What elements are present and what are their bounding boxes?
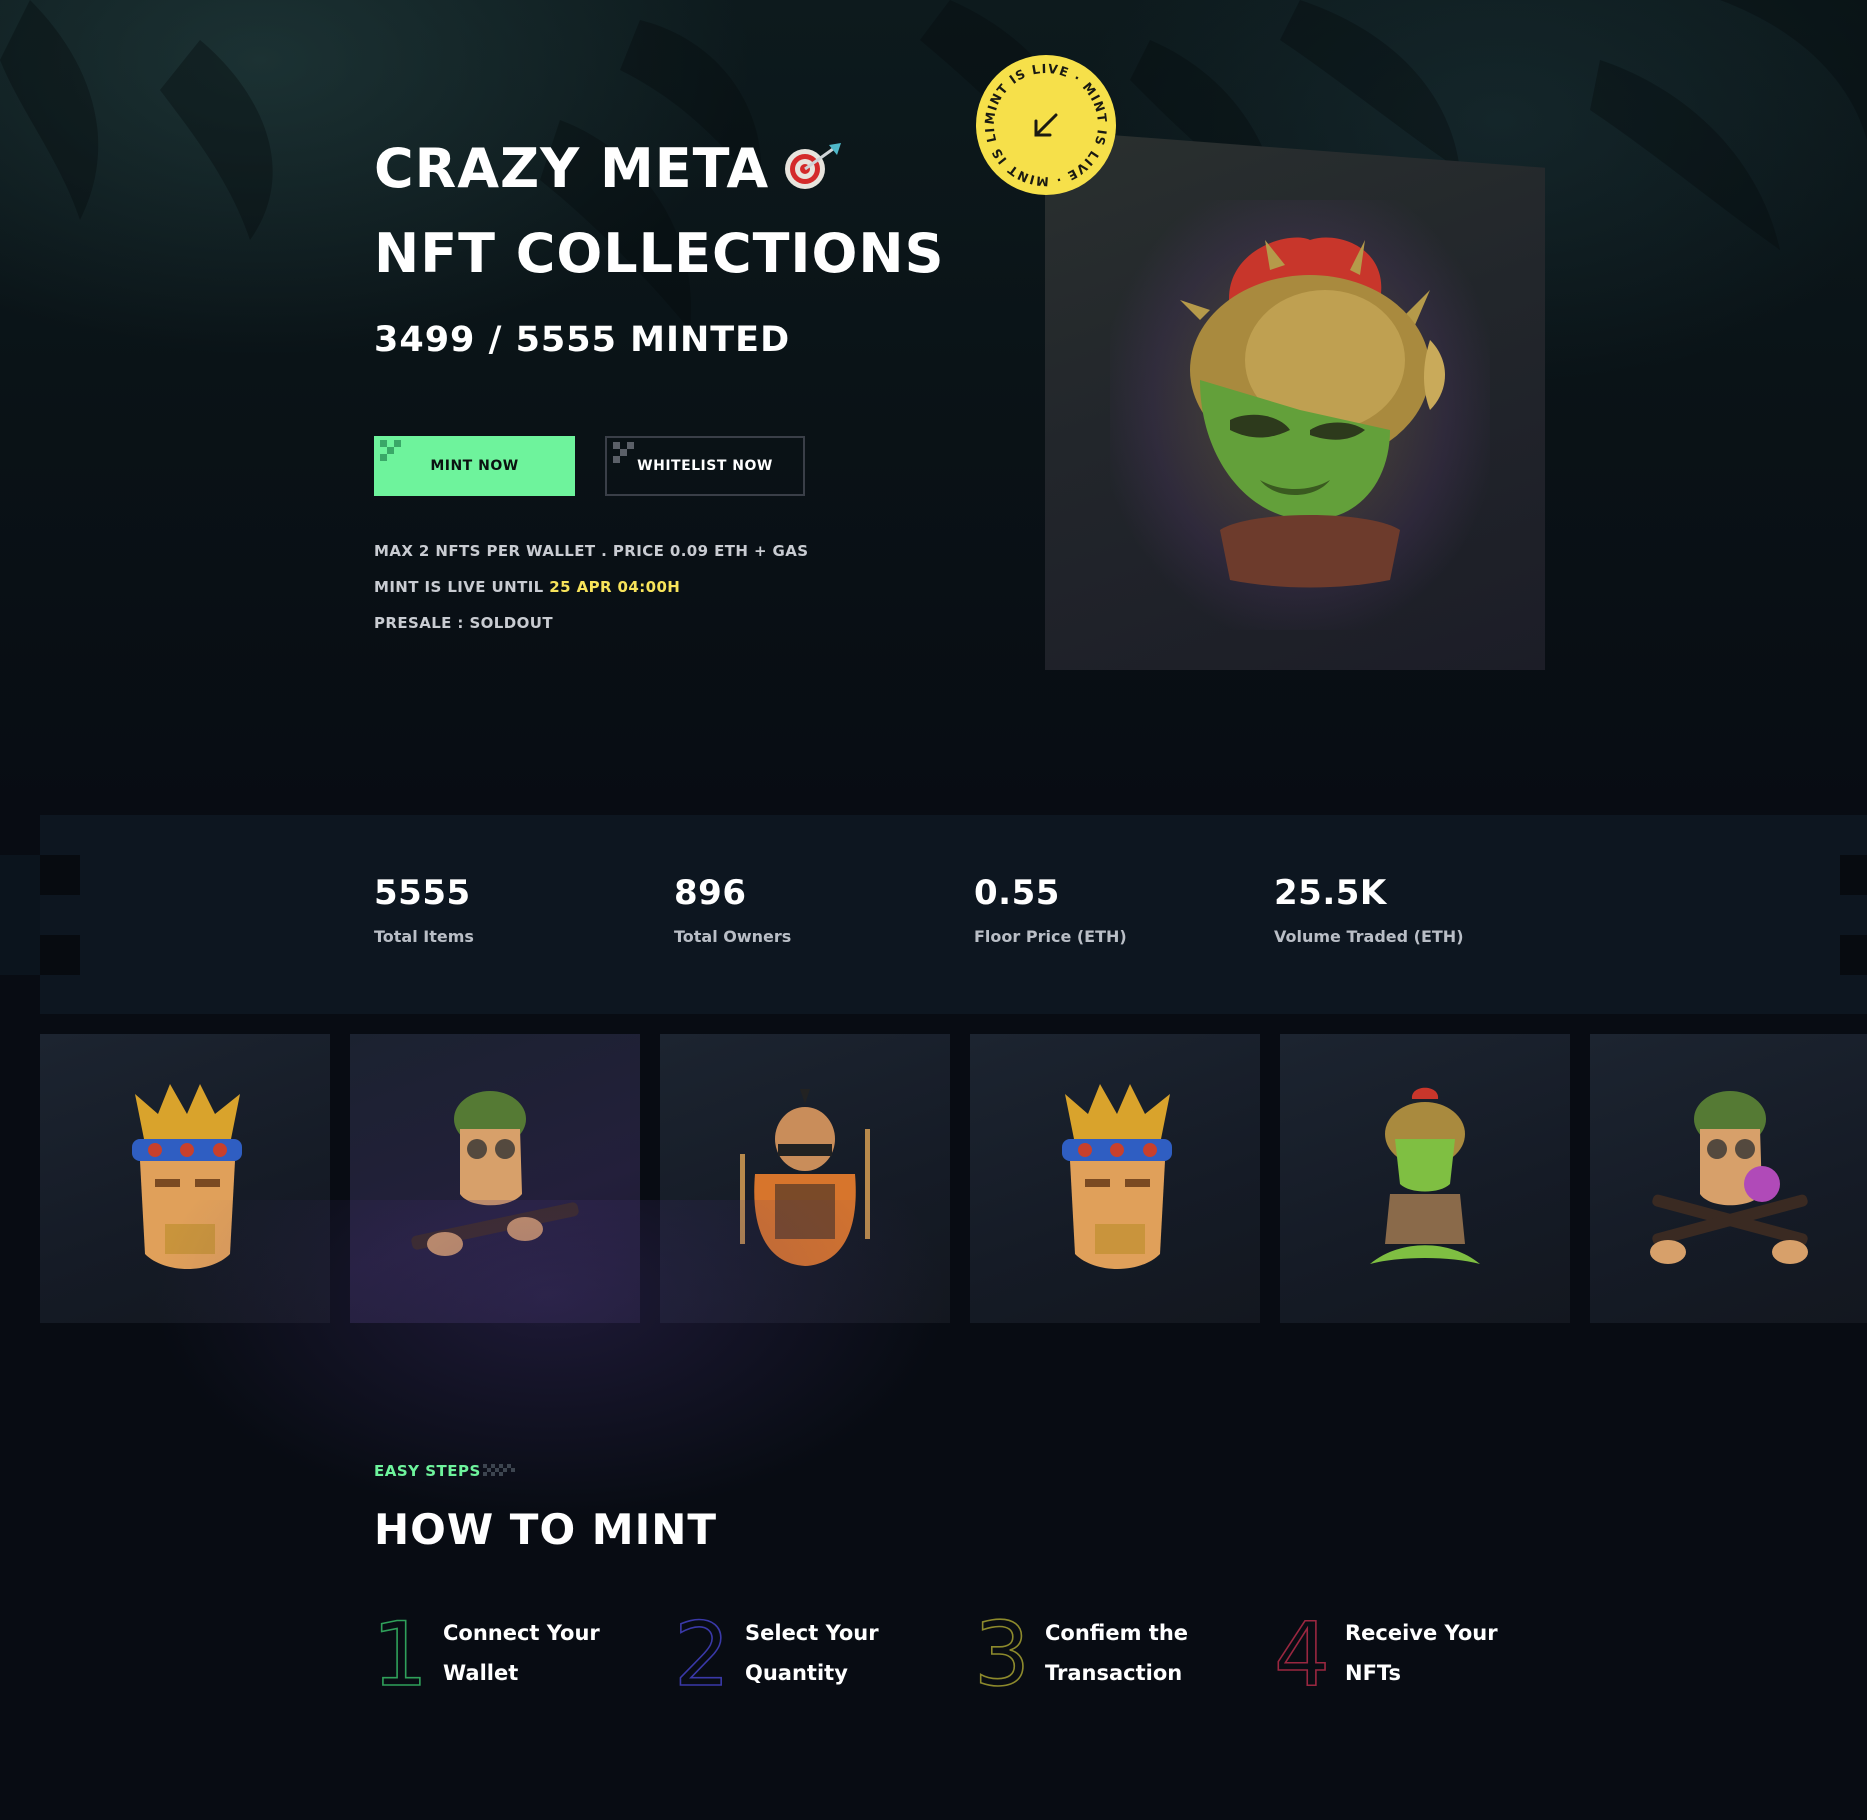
hero-title: CRAZY META NFT COLLECTIONS bbox=[374, 128, 945, 294]
mint-is-live-badge-ring: MINT IS LIVE · MINT IS LIVE · MINT IS LI… bbox=[971, 43, 1110, 189]
whitelist-now-label: WHITELIST NOW bbox=[637, 458, 773, 474]
arrow-down-left-icon bbox=[1034, 113, 1058, 137]
pixel-pattern-icon bbox=[483, 1464, 515, 1476]
whitelist-now-button[interactable]: WHITELIST NOW bbox=[605, 436, 805, 496]
pixel-corner-icon bbox=[613, 442, 634, 463]
step-text: Select Your Quantity bbox=[745, 1613, 935, 1693]
stats-pixel-block bbox=[1840, 855, 1867, 895]
stat-label: Total Items bbox=[374, 927, 474, 946]
step-line-2: NFTs bbox=[1345, 1661, 1401, 1685]
step-number: 3 bbox=[973, 1603, 1031, 1706]
soldier-bubblegum-nft-image bbox=[1650, 1091, 1808, 1264]
step-line-1: Connect Your bbox=[443, 1621, 600, 1645]
stat-label: Volume Traded (ETH) bbox=[1274, 927, 1464, 946]
stat-label: Total Owners bbox=[674, 927, 792, 946]
goblin-crossed-legs-nft-image bbox=[1370, 1087, 1480, 1264]
hero-title-line-2: NFT COLLECTIONS bbox=[374, 221, 945, 285]
step-line-1: Select Your bbox=[745, 1621, 879, 1645]
svg-text:MINT IS LIVE · MINT IS LIVE ·: MINT IS LIVE · MINT IS LIVE · MINT IS LI… bbox=[976, 55, 1110, 189]
presale-status-info: PRESALE : SOLDOUT bbox=[374, 614, 553, 632]
stats-pixel-block bbox=[40, 935, 80, 975]
gallery-item-soldier-bubblegum-nft[interactable] bbox=[1590, 1034, 1867, 1323]
step-text: Receive Your NFTs bbox=[1345, 1613, 1535, 1693]
step-line-1: Confiem the bbox=[1045, 1621, 1189, 1645]
step-line-2: Quantity bbox=[745, 1661, 848, 1685]
stats-band bbox=[40, 815, 1867, 1014]
target-dart-icon bbox=[781, 132, 843, 213]
stat-total-items: 5555 Total Items bbox=[374, 873, 474, 946]
section-glow bbox=[150, 1200, 950, 1520]
mint-now-label: MINT NOW bbox=[430, 458, 519, 474]
mint-live-prefix: MINT IS LIVE UNTIL bbox=[374, 578, 550, 596]
stat-total-owners: 896 Total Owners bbox=[674, 873, 791, 946]
hero-background bbox=[0, 0, 1867, 820]
mint-deadline: 25 APR 04:00H bbox=[549, 578, 681, 596]
hero-title-line-1: CRAZY META bbox=[374, 128, 945, 213]
step-line-2: Wallet bbox=[443, 1661, 519, 1685]
stat-value: 896 bbox=[674, 873, 747, 913]
mint-is-live-badge-text: MINT IS LIVE · MINT IS LIVE · MINT IS LI… bbox=[971, 43, 1109, 189]
gallery-item-goblin-crossed-legs-nft[interactable] bbox=[1280, 1034, 1570, 1323]
stat-value: 25.5K bbox=[1274, 873, 1387, 913]
mint-live-info: MINT IS LIVE UNTIL 25 APR 04:00H bbox=[374, 578, 680, 596]
step-line-2: Transaction bbox=[1045, 1661, 1183, 1685]
step-number: 4 bbox=[1273, 1603, 1331, 1706]
minted-counter: 3499 / 5555 MINTED bbox=[374, 320, 791, 360]
goblin-gladiator-nft-image bbox=[1180, 237, 1445, 588]
gallery-item-king-crown-nft[interactable] bbox=[970, 1034, 1260, 1323]
jungle-leaves-decoration bbox=[0, 0, 1867, 330]
max-per-wallet-info: MAX 2 NFTS PER WALLET . PRICE 0.09 ETH +… bbox=[374, 542, 809, 560]
stat-value: 0.55 bbox=[974, 873, 1060, 913]
stats-left-decoration bbox=[0, 855, 40, 975]
step-number: 1 bbox=[371, 1603, 429, 1706]
pixel-corner-icon bbox=[380, 440, 401, 461]
step-line-1: Receive Your bbox=[1345, 1621, 1498, 1645]
mint-is-live-badge[interactable]: MINT IS LIVE · MINT IS LIVE · MINT IS LI… bbox=[971, 43, 1116, 195]
easy-steps-eyebrow: EASY STEPS bbox=[374, 1462, 481, 1480]
hero-title-text-1: CRAZY META bbox=[374, 137, 770, 200]
stat-label: Floor Price (ETH) bbox=[974, 927, 1127, 946]
step-text: Confiem the Transaction bbox=[1045, 1613, 1235, 1693]
mint-now-button[interactable]: MINT NOW bbox=[374, 436, 575, 496]
step-number: 2 bbox=[673, 1603, 731, 1706]
step-text: Connect Your Wallet bbox=[443, 1613, 633, 1693]
king-crown-nft-image bbox=[1062, 1084, 1172, 1269]
stats-pixel-block bbox=[40, 855, 80, 895]
stat-volume-traded: 25.5K Volume Traded (ETH) bbox=[1274, 873, 1464, 946]
stat-value: 5555 bbox=[374, 873, 471, 913]
stats-pixel-block bbox=[1840, 935, 1867, 975]
how-to-mint-title: HOW TO MINT bbox=[374, 1505, 718, 1554]
stat-floor-price: 0.55 Floor Price (ETH) bbox=[974, 873, 1127, 946]
